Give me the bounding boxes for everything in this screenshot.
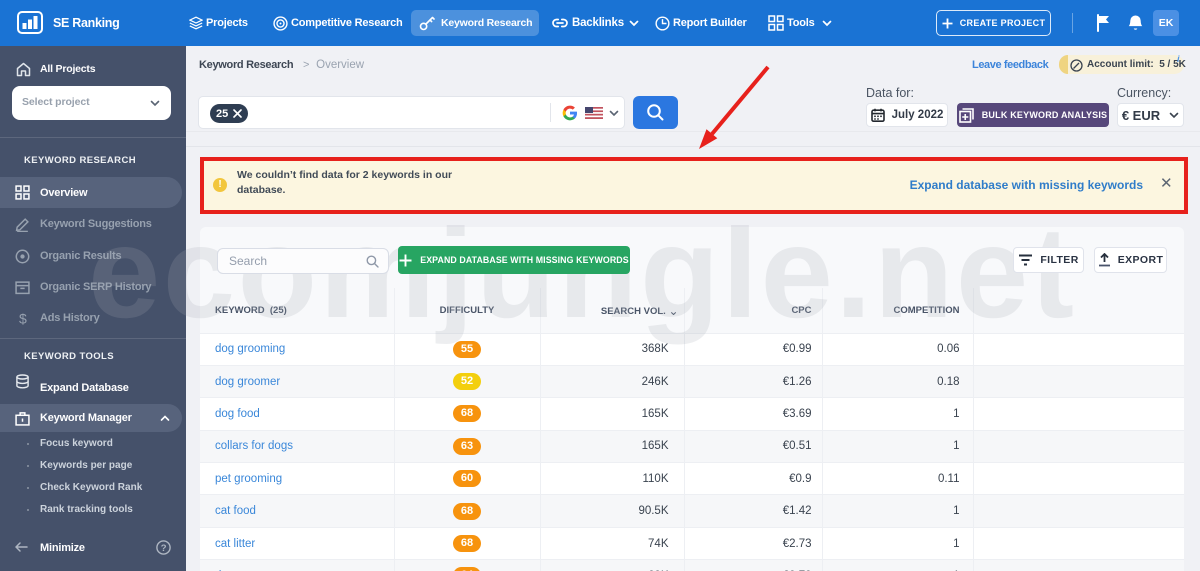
svg-text:?: ? — [161, 543, 167, 554]
